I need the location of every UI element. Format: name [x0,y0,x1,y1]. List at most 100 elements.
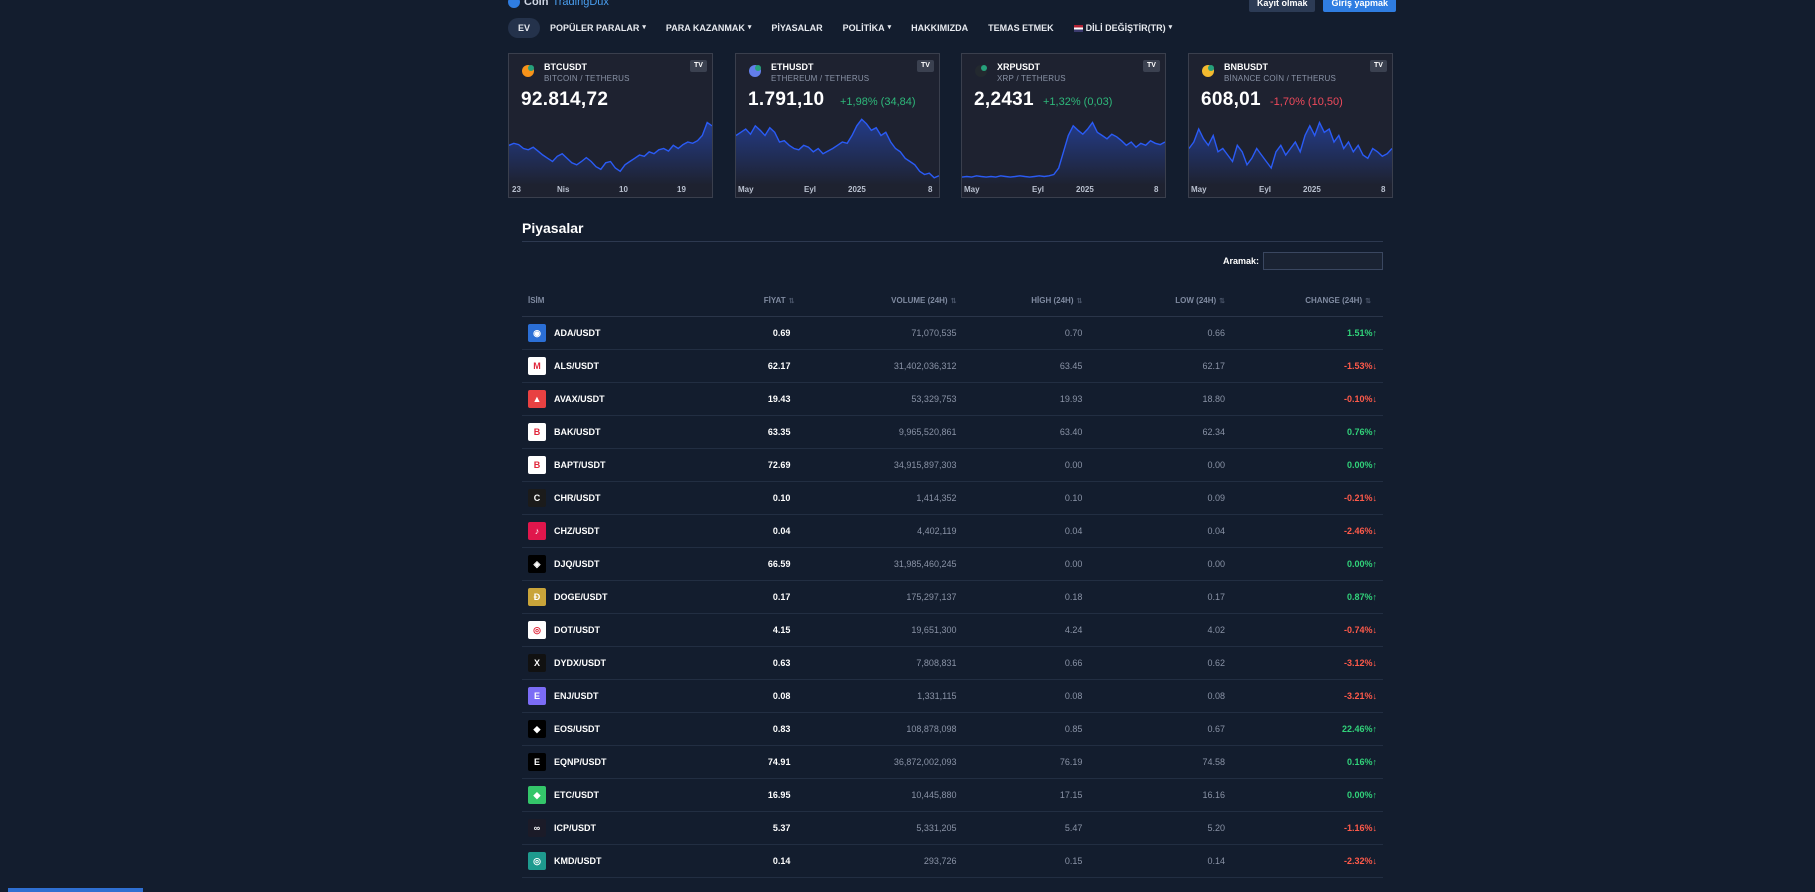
coin-name[interactable]: B BAK/USDT [528,423,710,441]
cell-high: 63.45 [968,349,1095,383]
coin-name[interactable]: ◈ DJQ/USDT [528,555,710,573]
coin-icon: E [528,753,546,771]
coin-pair-label: DJQ/USDT [554,559,600,569]
coin-name[interactable]: ◆ ETC/USDT [528,786,710,804]
ticker-widget-btcusdt[interactable]: BTCUSDT BITCOIN / TETHERUS 92.814,72 TV 23 Ni… [508,53,713,198]
change-value: -1.53% [1343,361,1373,371]
cell-high: 0.66 [968,646,1095,680]
cell-name: ◎ KMD/USDT [522,844,722,878]
table-row[interactable]: ♪ CHZ/USDT 0.04 4,402,119 0.04 0.04 -2.46%↓ [522,514,1383,548]
cell-volume: 175,297,137 [806,580,969,614]
cell-high: 0.85 [968,712,1095,746]
table-row[interactable]: ▲ AVAX/USDT 19.43 53,329,753 19.93 18.80 -0.10… [522,382,1383,416]
cell-change: -0.21%↓ [1237,481,1383,515]
change-value: -1.16% [1343,823,1373,833]
coin-name[interactable]: ♪ CHZ/USDT [528,522,710,540]
change-value: -0.10% [1343,394,1373,404]
coin-name[interactable]: ∞ ICP/USDT [528,819,710,837]
table-row[interactable]: B BAPT/USDT 72.69 34,915,897,303 0.00 0.00 0.0… [522,448,1383,482]
change-value: 1.51% [1346,328,1373,338]
table-row[interactable]: ◆ EOS/USDT 0.83 108,878,098 0.85 0.67 22.46%↑ [522,712,1383,746]
coin-name[interactable]: C CHR/USDT [528,489,710,507]
column-header-5[interactable]: CHANGE (24H) ⇅ [1237,284,1383,317]
column-header-4[interactable]: LOW (24H) ⇅ [1094,284,1238,317]
nav-item-7[interactable]: DİLİ DEĞİŞTİR(TR) ▾ [1064,18,1183,38]
coin-name[interactable]: M ALS/USDT [528,357,710,375]
nav-item-1[interactable]: POPÜLER PARALAR ▾ [540,18,656,38]
coin-pair-label: EQNP/USDT [554,757,607,767]
column-header-3[interactable]: HİGH (24H) ⇅ [968,284,1095,317]
column-header-1[interactable]: FİYAT ⇅ [721,284,807,317]
topbar: Coin TradingDux Kayıt olmak Giriş yapmak [508,0,1396,12]
nav-item-6[interactable]: TEMAS ETMEK [978,18,1064,38]
sort-icon: ⇅ [1365,297,1371,305]
nav-item-3[interactable]: PİYASALAR [761,18,832,38]
cell-name: ▲ AVAX/USDT [522,382,722,416]
sparkline-area [736,119,939,185]
cell-price: 0.04 [721,514,807,548]
coin-name[interactable]: ◎ KMD/USDT [528,852,710,870]
table-row[interactable]: ◎ DOT/USDT 4.15 19,651,300 4.24 4.02 -0.74%↓ [522,613,1383,647]
table-row[interactable]: ◎ KMD/USDT 0.14 293,726 0.15 0.14 -2.32%↓ [522,844,1383,878]
arrow-down-icon: ↓ [1372,526,1378,536]
cell-name: ∞ ICP/USDT [522,811,722,845]
tradingview-logo-icon[interactable]: TV [690,60,707,72]
coin-name[interactable]: E ENJ/USDT [528,687,710,705]
cell-name: E EQNP/USDT [522,745,722,779]
ticker-widget-xrpusdt[interactable]: XRPUSDT XRP / TETHERUS 2,2431 +1,32% (0,03)… [961,53,1166,198]
sparkline-area [509,122,712,185]
ticker-widget-ethusdt[interactable]: ETHUSDT ETHEREUM / TETHERUS 1.791,10 +1,98%… [735,53,940,198]
search-input[interactable] [1263,252,1383,270]
column-header-2[interactable]: VOLUME (24H) ⇅ [806,284,969,317]
markets-title: Piyasalar [522,220,584,236]
coin-name[interactable]: ◎ DOT/USDT [528,621,710,639]
login-button[interactable]: Giriş yapmak [1323,0,1396,12]
coin-name[interactable]: X DYDX/USDT [528,654,710,672]
coin-name[interactable]: ◉ ADA/USDT [528,324,710,342]
table-row[interactable]: E EQNP/USDT 74.91 36,872,002,093 76.19 74.58 0… [522,745,1383,779]
column-header-0[interactable]: İSİM [522,284,722,317]
tradingview-logo-icon[interactable]: TV [1143,60,1160,72]
table-row[interactable]: B BAK/USDT 63.35 9,965,520,861 63.40 62.34 0.7… [522,415,1383,449]
cell-change: -2.46%↓ [1237,514,1383,548]
table-row[interactable]: E ENJ/USDT 0.08 1,331,115 0.08 0.08 -3.21%↓ [522,679,1383,713]
table-row[interactable]: ∞ ICP/USDT 5.37 5,331,205 5.47 5.20 -1.16%↓ [522,811,1383,845]
cell-price: 16.95 [721,778,807,812]
tradingview-logo-icon[interactable]: TV [1370,60,1387,72]
table-row[interactable]: ◈ DJQ/USDT 66.59 31,985,460,245 0.00 0.00 0.00… [522,547,1383,581]
ticker-pair: BITCOIN / TETHERUS [544,74,630,83]
table-row[interactable]: Ð DOGE/USDT 0.17 175,297,137 0.18 0.17 0.87%↑ [522,580,1383,614]
cell-name: Ð DOGE/USDT [522,580,722,614]
coin-name[interactable]: ▲ AVAX/USDT [528,390,710,408]
nav-item-4[interactable]: POLİTİKA ▾ [833,18,902,38]
arrow-up-icon: ↑ [1372,724,1378,734]
coin-name[interactable]: B BAPT/USDT [528,456,710,474]
nav-item-5[interactable]: HAKKIMIZDA [901,18,978,38]
site-logo[interactable]: Coin TradingDux [508,0,609,8]
table-row[interactable]: M ALS/USDT 62.17 31,402,036,312 63.45 62.17 -1… [522,349,1383,383]
nav-item-0[interactable]: EV [508,18,541,38]
ticker-widget-bnbusdt[interactable]: BNBUSDT BİNANCE COİN / TETHERUS 608,01 -1,7… [1188,53,1393,198]
ticker-change: +1,32% (0,03) [1043,96,1113,108]
nav-item-2[interactable]: PARA KAZANMAK ▾ [656,18,762,38]
table-row[interactable]: ◆ ETC/USDT 16.95 10,445,880 17.15 16.16 0.00%↑ [522,778,1383,812]
coin-pair-label: KMD/USDT [554,856,602,866]
table-row[interactable]: ◉ ADA/USDT 0.69 71,070,535 0.70 0.66 1.51%↑ [522,316,1383,350]
ticker-price: 1.791,10 [748,89,825,110]
coin-name[interactable]: ◆ EOS/USDT [528,720,710,738]
coin-name[interactable]: E EQNP/USDT [528,753,710,771]
table-row[interactable]: C CHR/USDT 0.10 1,414,352 0.10 0.09 -0.21%↓ [522,481,1383,515]
register-button[interactable]: Kayıt olmak [1248,0,1316,12]
table-header-row: İSİM FİYAT ⇅ VOLUME (24H) ⇅ HİGH (24H) ⇅ LOW (2… [522,284,1383,317]
nav-item-label: EV [518,23,531,33]
coin-name[interactable]: Ð DOGE/USDT [528,588,710,606]
cell-low: 16.16 [1094,778,1238,812]
coin-icon: ▲ [528,390,546,408]
nav-item-label: TEMAS ETMEK [988,23,1054,33]
table-row[interactable]: X DYDX/USDT 0.63 7,808,831 0.66 0.62 -3.12%↓ [522,646,1383,680]
time-tick-label: May [738,185,754,194]
cell-name: C CHR/USDT [522,481,722,515]
coin-pair-label: BAPT/USDT [554,460,606,470]
tradingview-logo-icon[interactable]: TV [917,60,934,72]
cell-name: B BAK/USDT [522,415,722,449]
